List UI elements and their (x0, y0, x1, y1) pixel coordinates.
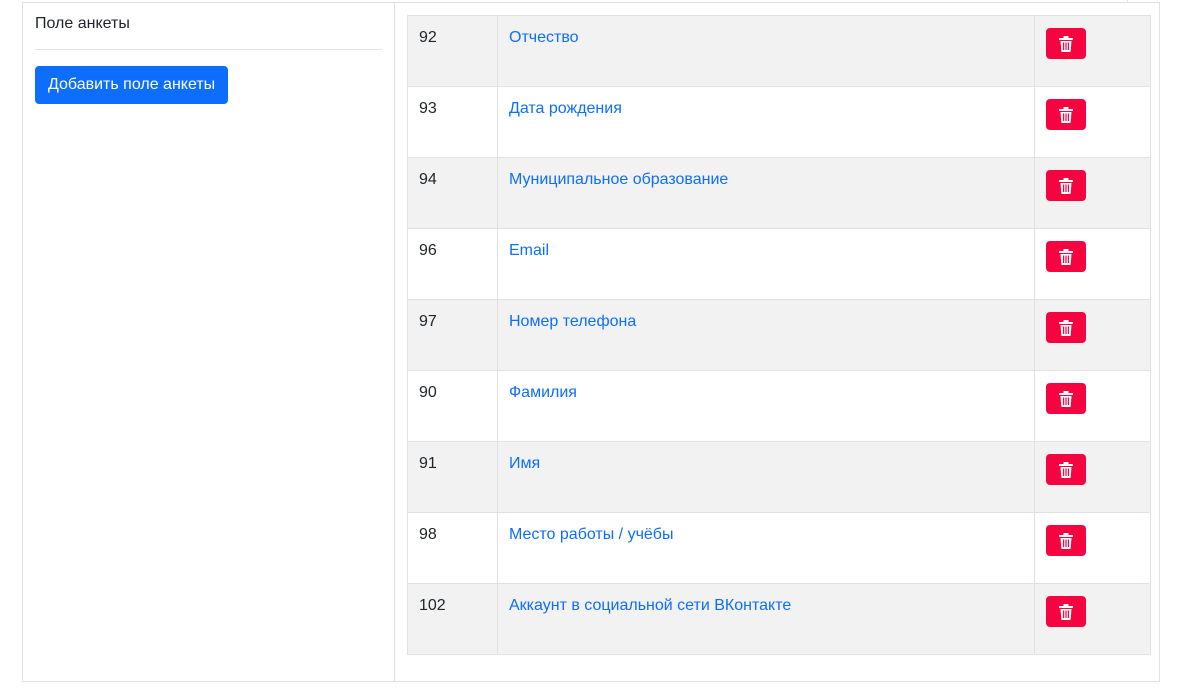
row-actions-cell (1034, 228, 1151, 300)
delete-button[interactable] (1046, 383, 1086, 414)
trash-icon (1059, 532, 1073, 549)
field-name-link[interactable]: Место работы / учёбы (509, 526, 673, 543)
fields-table: 92 Отчество 93 Дата рождения 94 Муниципальное… (407, 15, 1151, 655)
row-id-cell: 93 (407, 86, 498, 158)
row-id-cell: 98 (407, 512, 498, 584)
delete-button[interactable] (1046, 28, 1086, 59)
row-id-cell: 91 (407, 441, 498, 513)
table-row: 96 Email (407, 228, 1151, 300)
row-name-cell: Дата рождения (497, 86, 1035, 158)
trash-icon (1059, 35, 1073, 52)
row-id: 93 (419, 100, 437, 117)
field-name-link[interactable]: Email (509, 242, 549, 259)
trash-icon (1059, 390, 1073, 407)
page-frame: Поле анкеты Добавить поле анкеты 92 Отчес… (22, 2, 1160, 682)
field-name-link[interactable]: Муниципальное образование (509, 171, 728, 188)
trash-icon (1059, 248, 1073, 265)
delete-button[interactable] (1046, 241, 1086, 272)
row-id-cell: 92 (407, 15, 498, 87)
field-name-link[interactable]: Номер телефона (509, 313, 636, 330)
table-row: 91 Имя (407, 441, 1151, 513)
table-row: 93 Дата рождения (407, 86, 1151, 158)
row-actions-cell (1034, 157, 1151, 229)
row-name-cell: Фамилия (497, 370, 1035, 442)
row-actions-cell (1034, 512, 1151, 584)
field-name-link[interactable]: Аккаунт в социальной сети ВКонтакте (509, 597, 791, 614)
row-id: 98 (419, 526, 437, 543)
delete-button[interactable] (1046, 170, 1086, 201)
table-row: 98 Место работы / учёбы (407, 512, 1151, 584)
row-name-cell: Номер телефона (497, 299, 1035, 371)
table-row: 94 Муниципальное образование (407, 157, 1151, 229)
row-actions-cell (1034, 583, 1151, 655)
row-name-cell: Имя (497, 441, 1035, 513)
field-name-link[interactable]: Имя (509, 455, 540, 472)
table-row: 97 Номер телефона (407, 299, 1151, 371)
row-id: 92 (419, 29, 437, 46)
delete-button[interactable] (1046, 99, 1086, 130)
add-field-button[interactable]: Добавить поле анкеты (35, 66, 229, 104)
row-actions-cell (1034, 441, 1151, 513)
row-name-cell: Аккаунт в социальной сети ВКонтакте (497, 583, 1035, 655)
row-name-cell: Отчество (497, 15, 1035, 87)
field-name-link[interactable]: Отчество (509, 29, 579, 46)
row-id: 97 (419, 313, 437, 330)
row-actions-cell (1034, 86, 1151, 158)
trash-icon (1059, 461, 1073, 478)
row-name-cell: Муниципальное образование (497, 157, 1035, 229)
sidebar-title: Поле анкеты (35, 15, 130, 32)
delete-button[interactable] (1046, 454, 1086, 485)
table-row: 90 Фамилия (407, 370, 1151, 442)
row-actions-cell (1034, 370, 1151, 442)
fields-table-body: 92 Отчество 93 Дата рождения 94 Муниципальное… (407, 15, 1151, 655)
fields-table-container: 92 Отчество 93 Дата рождения 94 Муниципальное… (407, 15, 1151, 655)
sidebar-divider (35, 49, 382, 50)
trash-icon (1059, 319, 1073, 336)
delete-button[interactable] (1046, 312, 1086, 343)
trash-icon (1059, 603, 1073, 620)
row-id: 94 (419, 171, 437, 188)
row-name-cell: Место работы / учёбы (497, 512, 1035, 584)
delete-button[interactable] (1046, 525, 1086, 556)
row-id-cell: 90 (407, 370, 498, 442)
row-id: 91 (419, 455, 437, 472)
row-id: 102 (419, 597, 446, 614)
row-actions-cell (1034, 299, 1151, 371)
delete-button[interactable] (1046, 596, 1086, 627)
field-name-link[interactable]: Дата рождения (509, 100, 622, 117)
row-id: 90 (419, 384, 437, 401)
table-row: 92 Отчество (407, 15, 1151, 87)
trash-icon (1059, 106, 1073, 123)
table-row: 102 Аккаунт в социальной сети ВКонтакте (407, 583, 1151, 655)
row-id-cell: 94 (407, 157, 498, 229)
sidebar: Поле анкеты Добавить поле анкеты (23, 3, 395, 681)
trash-icon (1059, 177, 1073, 194)
row-id-cell: 102 (407, 583, 498, 655)
row-name-cell: Email (497, 228, 1035, 300)
field-name-link[interactable]: Фамилия (509, 384, 577, 401)
row-id-cell: 97 (407, 299, 498, 371)
row-actions-cell (1034, 15, 1151, 87)
row-id: 96 (419, 242, 437, 259)
row-id-cell: 96 (407, 228, 498, 300)
